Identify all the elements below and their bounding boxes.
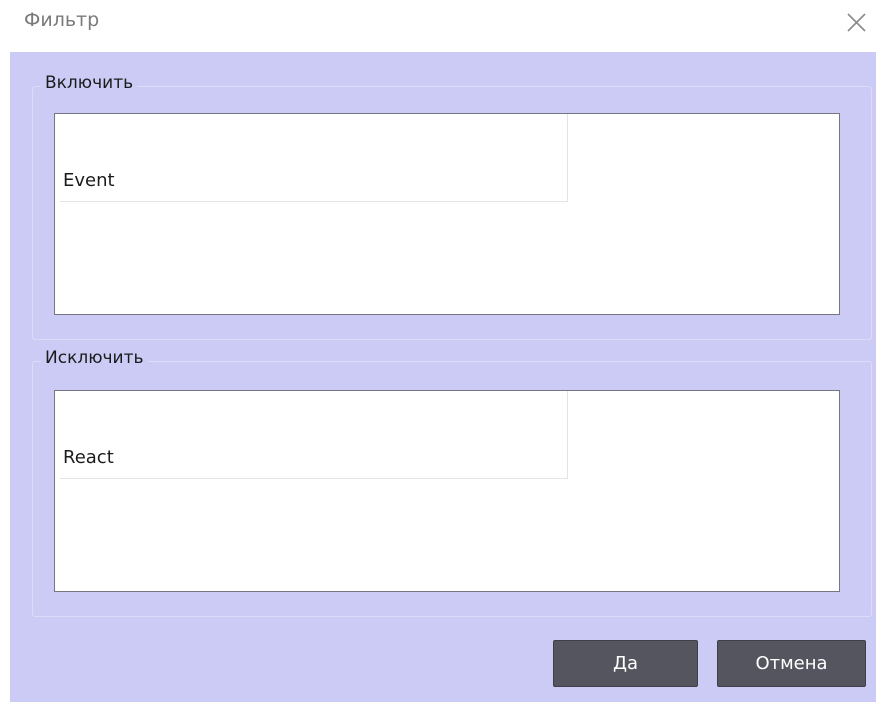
exclude-list-item[interactable]: React [60, 391, 568, 479]
include-list-item[interactable]: Event [60, 114, 568, 202]
title-bar: Фильтр [0, 0, 876, 52]
cancel-button[interactable]: Отмена [717, 640, 866, 687]
exclude-group: Исключить React [32, 348, 872, 617]
exclude-group-label: Исключить [41, 348, 148, 368]
include-list-item-label: Event [63, 170, 115, 191]
ok-button[interactable]: Да [553, 640, 698, 687]
exclude-list-item-label: React [63, 447, 114, 468]
include-group-label: Включить [41, 73, 138, 93]
exclude-list[interactable]: React [54, 390, 840, 592]
dialog-body: Включить Event Исключить React Да Отмена [10, 52, 876, 702]
close-icon [847, 13, 866, 32]
window-title: Фильтр [24, 9, 100, 31]
include-group: Включить Event [32, 73, 872, 340]
close-button[interactable] [840, 6, 872, 38]
include-list[interactable]: Event [54, 113, 840, 315]
